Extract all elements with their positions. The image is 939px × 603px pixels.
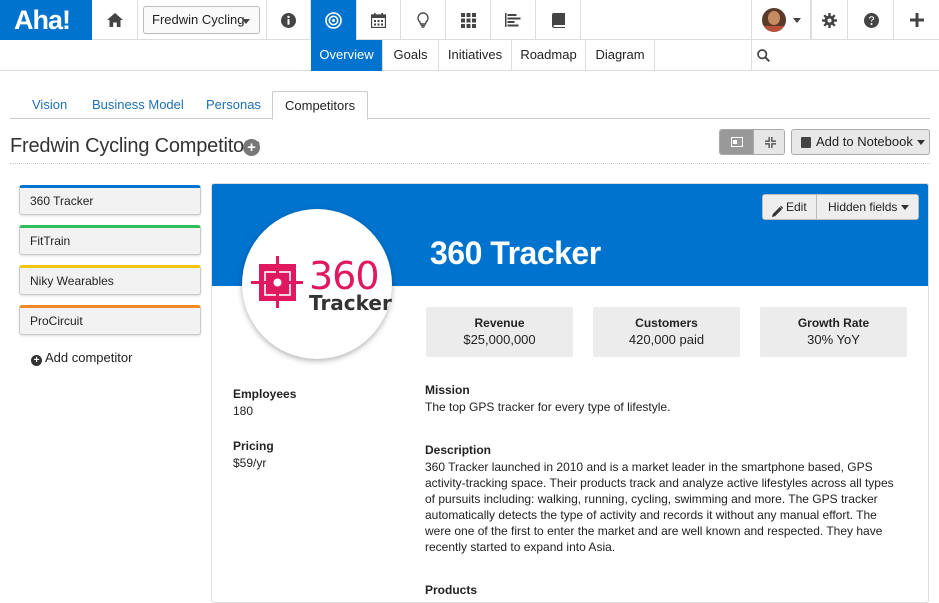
chevron-down-icon <box>916 140 925 146</box>
help-icon[interactable] <box>849 0 894 40</box>
tab-vision[interactable]: Vision <box>20 91 79 119</box>
workspace-name: Fredwin Cycling <box>152 12 245 27</box>
tab-personas[interactable]: Personas <box>194 91 273 119</box>
metric-label: Growth Rate <box>797 316 870 330</box>
target-icon[interactable] <box>311 0 356 40</box>
competitor-card-procircuit[interactable]: ProCircuit <box>19 305 201 335</box>
add-to-notebook-label: Add to Notebook <box>816 134 913 149</box>
notebook-icon <box>801 137 811 148</box>
lightbulb-icon[interactable] <box>401 0 446 40</box>
competitor-name: 360 Tracker <box>30 194 94 208</box>
user-menu[interactable] <box>751 0 811 40</box>
pricing-label: Pricing <box>233 439 274 453</box>
competitor-title: 360 Tracker <box>430 235 601 271</box>
hidden-fields-button[interactable]: Hidden fields <box>818 195 910 219</box>
card-view-icon <box>730 137 743 147</box>
growth-rate-metric: Growth Rate 30% YoY <box>760 307 907 357</box>
mission-label: Mission <box>425 383 470 397</box>
competitor-card-fittrain[interactable]: FitTrain <box>19 225 201 255</box>
pencil-icon <box>772 201 784 225</box>
page-title: Fredwin Cycling Competitors <box>10 135 261 157</box>
hidden-fields-label: Hidden fields <box>828 200 898 214</box>
revenue-metric: Revenue $25,000,000 <box>426 307 573 357</box>
employees-value: 180 <box>233 404 254 418</box>
home-icon[interactable] <box>92 0 138 40</box>
customers-metric: Customers 420,000 paid <box>593 307 740 357</box>
tab-diagram[interactable]: Diagram <box>586 40 655 71</box>
book-icon[interactable] <box>536 0 581 40</box>
chevron-down-icon <box>901 205 910 211</box>
metric-value: 420,000 paid <box>628 332 705 347</box>
page-tabs: Vision Business Model Personas Competito… <box>10 91 930 120</box>
description-label: Description <box>425 443 492 457</box>
grid-icon[interactable] <box>446 0 491 40</box>
compress-icon <box>764 136 776 148</box>
top-bar: Aha! Fredwin Cycling <box>0 0 939 40</box>
info-icon[interactable] <box>266 0 311 40</box>
products-label: Products <box>425 583 478 597</box>
avatar <box>761 7 787 33</box>
metric-label: Customers <box>635 316 698 330</box>
chevron-down-icon <box>242 19 250 24</box>
competitor-logo: 360 Tracker <box>242 209 392 359</box>
aha-logo[interactable]: Aha! <box>0 0 92 40</box>
description-line: of pursuits including: walking, running,… <box>425 492 878 506</box>
description-text: 360 Tracker launched in 2010 and is a ma… <box>425 459 915 555</box>
metric-label: Revenue <box>474 316 525 330</box>
tab-overview[interactable]: Overview <box>311 40 383 71</box>
plus-circle-icon: + <box>31 355 42 366</box>
add-competitor-link[interactable]: + Add competitor <box>31 350 132 366</box>
competitor-name: ProCircuit <box>30 314 83 328</box>
tab-business-model[interactable]: Business Model <box>80 91 196 119</box>
add-to-notebook-button[interactable]: Add to Notebook <box>791 129 930 155</box>
pricing-value: $59/yr <box>233 456 267 470</box>
card-view-button[interactable] <box>720 130 753 154</box>
competitor-detail-panel: Edit Hidden fields 360 Tracker 360 Track… <box>211 183 929 603</box>
description-line: automatically detects the type of activi… <box>425 508 877 522</box>
edit-toolbar: Edit Hidden fields <box>762 194 919 220</box>
roadmap-icon[interactable] <box>491 0 536 40</box>
tab-goals[interactable]: Goals <box>383 40 439 71</box>
mission-text: The top GPS tracker for every type of li… <box>425 400 671 414</box>
chevron-down-icon <box>793 17 801 23</box>
competitor-card-360-tracker[interactable]: 360 Tracker <box>19 185 201 215</box>
plus-icon[interactable] <box>895 0 939 40</box>
edit-button[interactable]: Edit <box>763 195 817 219</box>
competitor-name: Niky Wearables <box>30 274 114 288</box>
tab-roadmap[interactable]: Roadmap <box>512 40 586 71</box>
description-line: 360 Tracker launched in 2010 and is a ma… <box>425 460 873 474</box>
search-icon <box>757 49 770 62</box>
tab-competitors[interactable]: Competitors <box>272 91 369 120</box>
compare-view-button[interactable] <box>753 130 784 154</box>
title-divider <box>10 163 930 164</box>
sub-navigation: Overview Goals Initiatives Roadmap Diagr… <box>0 40 939 71</box>
search-input[interactable] <box>751 40 939 71</box>
metric-value: $25,000,000 <box>463 332 536 347</box>
add-competitor-label: Add competitor <box>45 350 133 365</box>
add-competitor-plus-icon[interactable]: + <box>243 139 260 156</box>
employees-label: Employees <box>233 387 297 401</box>
competitor-card-niky-wearables[interactable]: Niky Wearables <box>19 265 201 295</box>
competitor-name: FitTrain <box>30 234 71 248</box>
view-toggle <box>719 129 785 155</box>
gear-icon[interactable] <box>811 0 848 40</box>
calendar-icon[interactable] <box>356 0 401 40</box>
edit-label: Edit <box>786 200 807 214</box>
tab-initiatives[interactable]: Initiatives <box>439 40 512 71</box>
description-line: recently started to expand into Asia. <box>425 540 616 554</box>
logo-word: Tracker <box>309 291 392 315</box>
description-line: were one of the first to enter the marke… <box>425 524 883 538</box>
workspace-select[interactable]: Fredwin Cycling <box>143 6 260 34</box>
description-line: activity-tracking space. Their products … <box>425 476 894 490</box>
metric-value: 30% YoY <box>807 332 860 347</box>
